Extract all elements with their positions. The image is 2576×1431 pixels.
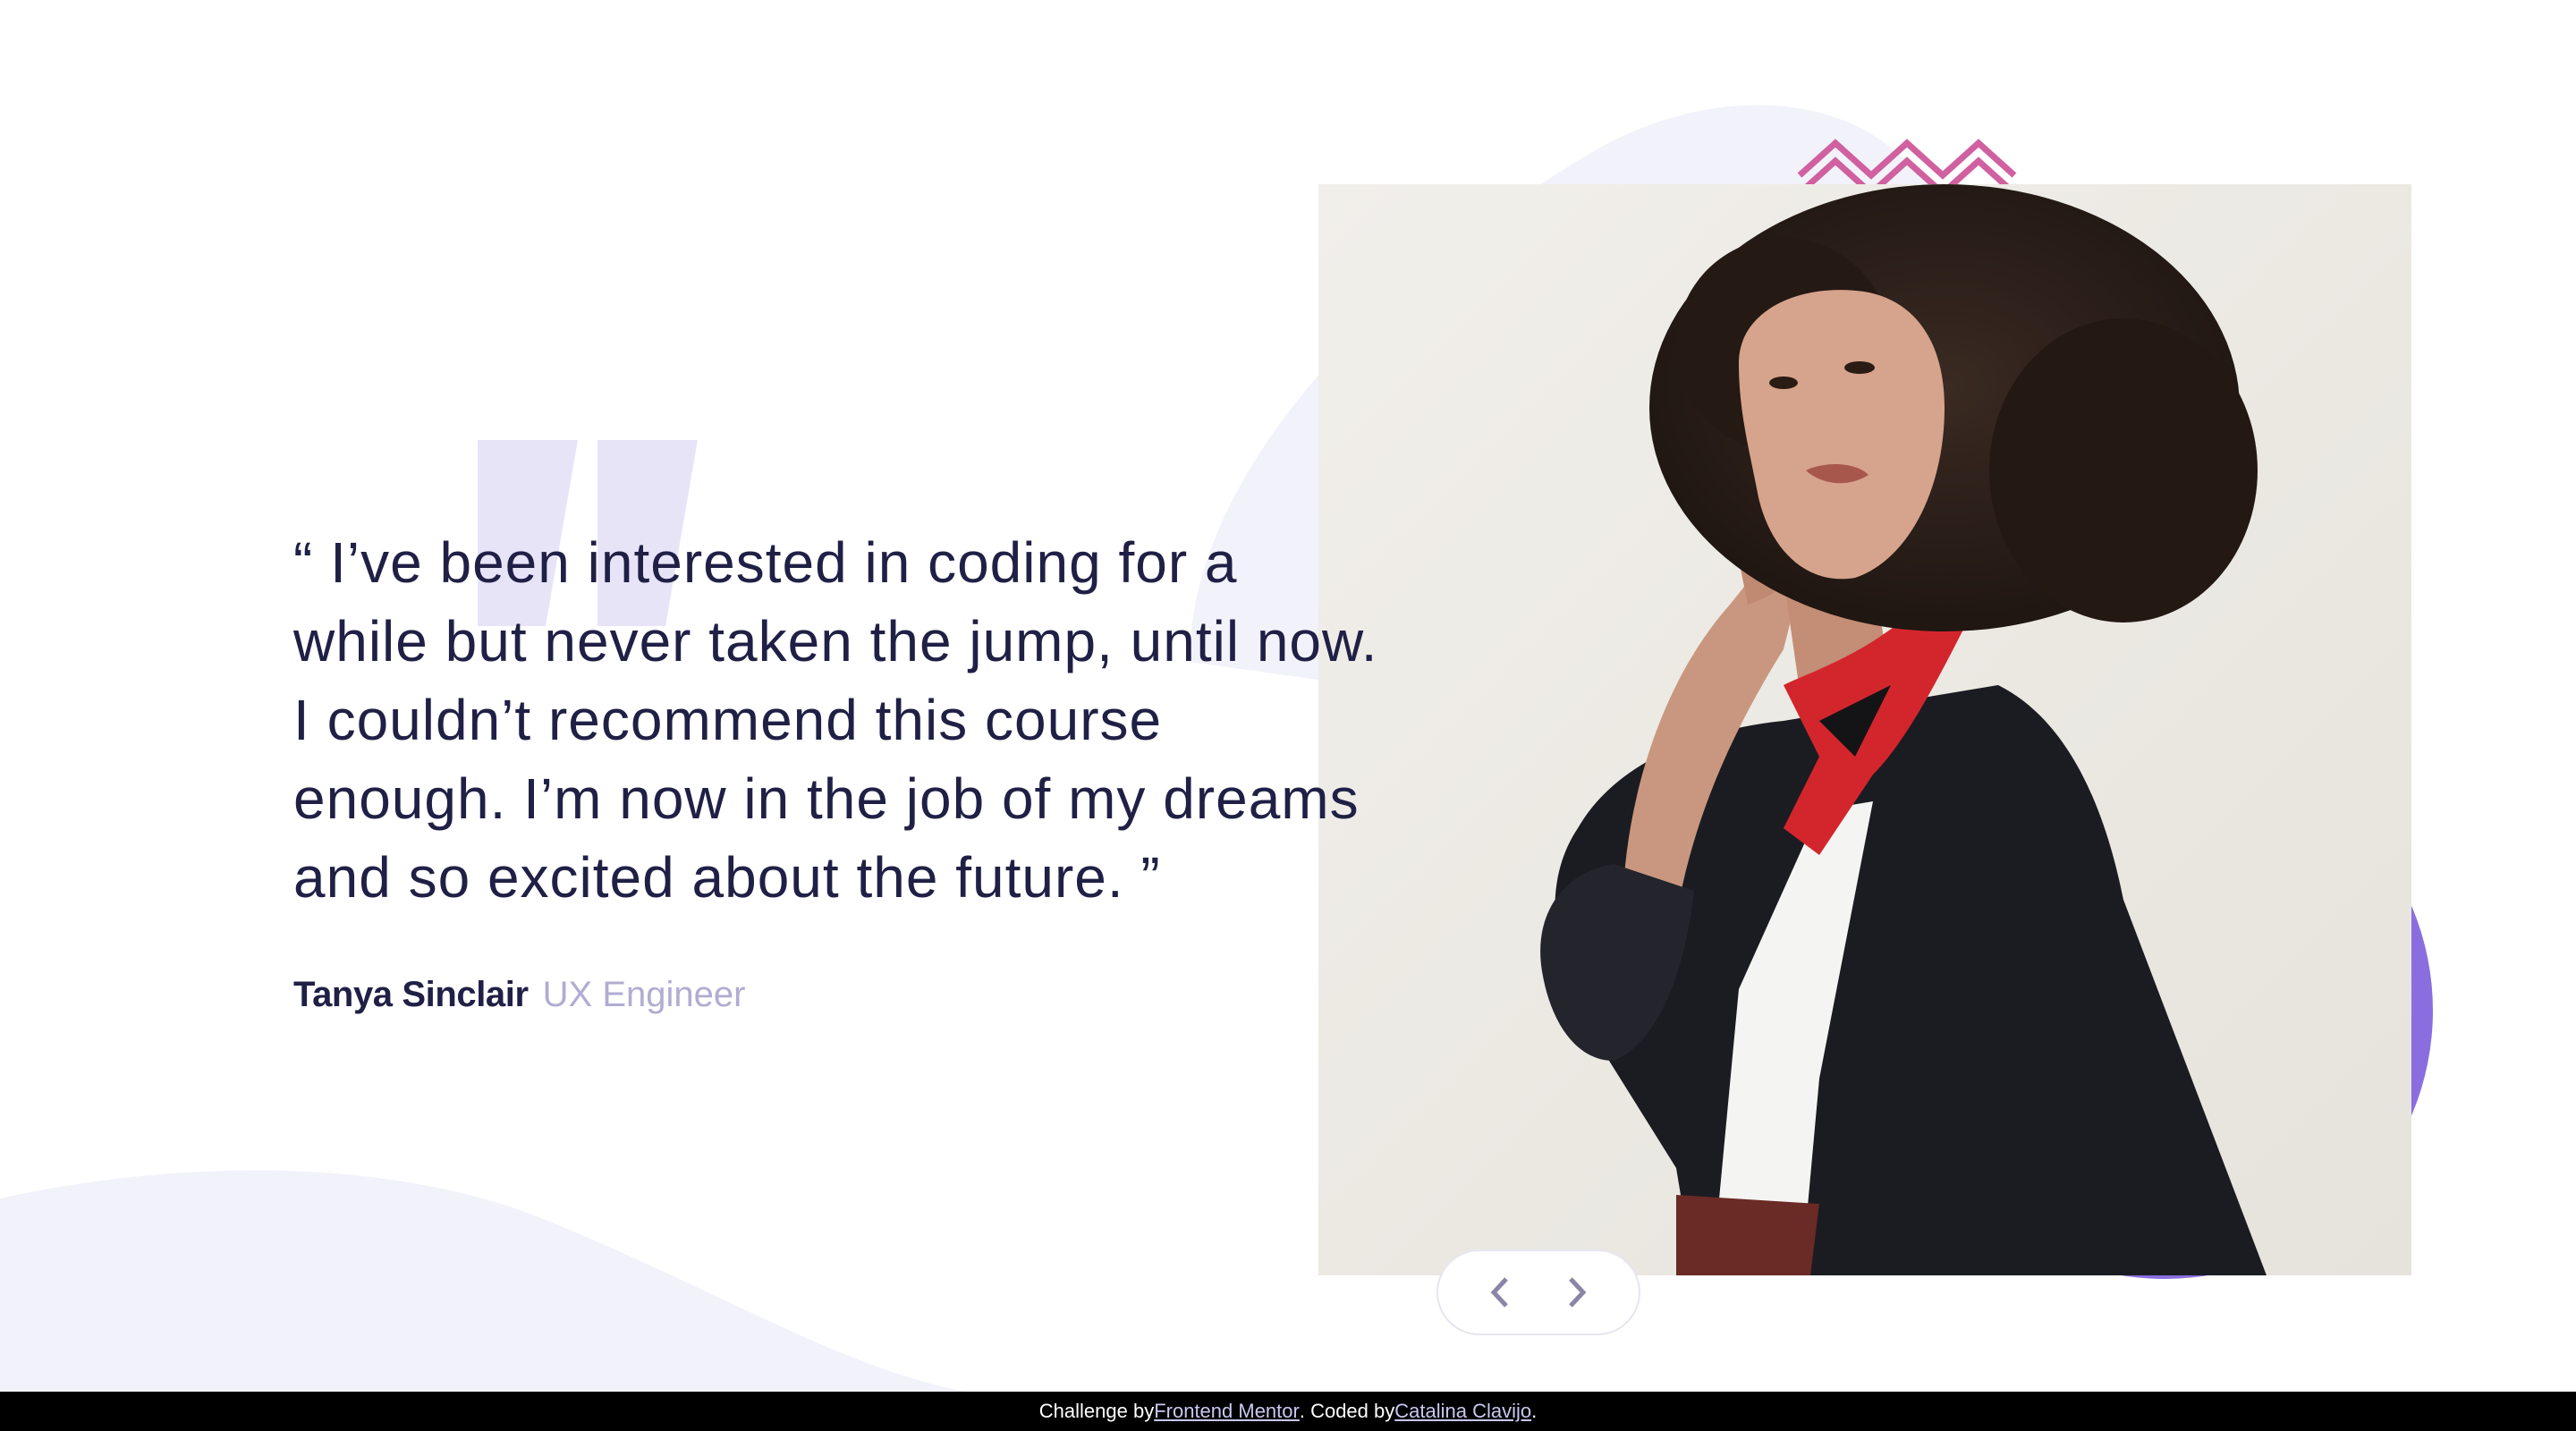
next-button[interactable] — [1546, 1261, 1608, 1324]
chevron-right-icon — [1569, 1277, 1587, 1308]
author-line: Tanya Sinclair UX Engineer — [293, 975, 745, 1025]
bottom-curve-shape — [0, 1170, 966, 1392]
challenge-prefix: Challenge by — [1038, 1400, 1155, 1422]
portrait-illustration — [1318, 184, 2411, 1275]
coded-prefix: . Coded by — [1299, 1400, 1395, 1422]
author-name: Tanya Sinclair — [293, 975, 529, 1014]
chevron-left-icon — [1490, 1277, 1508, 1308]
previous-button[interactable] — [1469, 1261, 1531, 1324]
attribution-footer: Challenge by Frontend Mentor . Coded by … — [0, 1392, 2576, 1431]
frontend-mentor-link[interactable]: Frontend Mentor — [1154, 1400, 1300, 1423]
testimonial-photo — [1318, 184, 2411, 1275]
footer-suffix: . — [1531, 1400, 1538, 1422]
slider-controls — [1436, 1249, 1640, 1335]
author-role: UX Engineer — [542, 975, 746, 1014]
testimonial-quote: “ I’ve been interested in coding for a w… — [293, 530, 1378, 910]
author-link[interactable]: Catalina Clavijo — [1394, 1400, 1531, 1423]
